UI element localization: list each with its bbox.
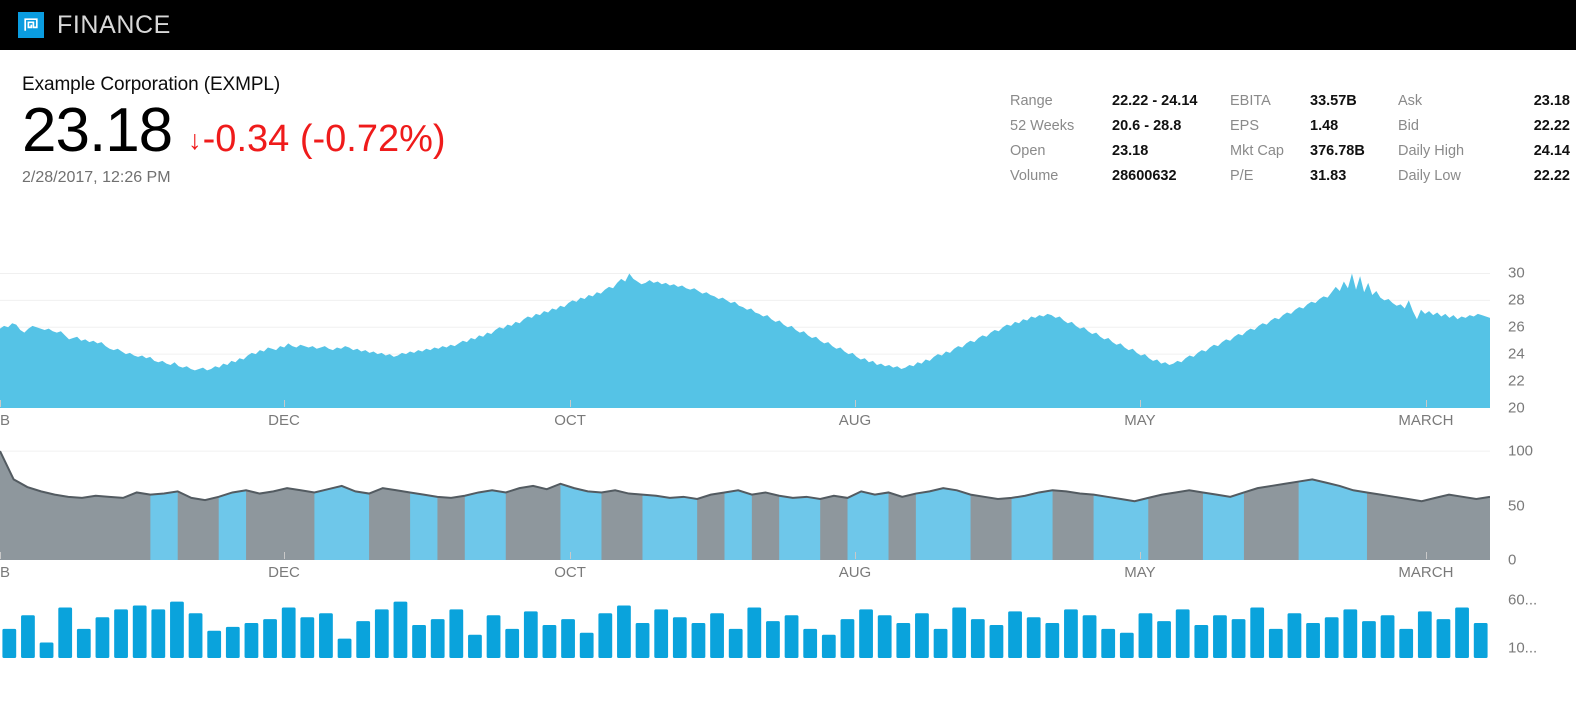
stats-column-1: Range 22.22 - 24.14 52 Weeks 20.6 - 28.8… (1010, 93, 1230, 193)
stat-value: 376.78B (1310, 143, 1365, 159)
stat-label: Daily Low (1398, 168, 1461, 184)
price-change-value: -0.34 (-0.72%) (202, 118, 446, 160)
stat-value: 23.18 (1533, 93, 1570, 109)
stat-label: EPS (1230, 118, 1260, 134)
stat-row: P/E 31.83 (1230, 168, 1398, 193)
stat-label: Bid (1398, 118, 1419, 134)
price-change: ↓ -0.34 (-0.72%) (188, 118, 445, 161)
stat-label: Daily High (1398, 143, 1465, 159)
volume-chart-x-axis: EB DEC OCT AUG MAY MARCH (0, 552, 1490, 590)
stat-label: Mkt Cap (1230, 143, 1284, 159)
stat-row: Ask 23.18 (1398, 93, 1570, 118)
volume-area-plot[interactable] (0, 438, 1490, 560)
x-axis-tick-mark (0, 400, 1, 407)
x-axis-tick-mark (0, 552, 1, 559)
stat-label: Ask (1398, 93, 1423, 109)
stat-row: Volume 28600632 (1010, 168, 1230, 193)
stat-value: 33.57B (1310, 93, 1357, 109)
finance-logo-icon (18, 12, 44, 38)
stat-row: EBITA 33.57B (1230, 93, 1398, 118)
stat-row: Open 23.18 (1010, 143, 1230, 168)
stats-column-3: Ask 23.18 Bid 22.22 Daily High 24.14 Dai… (1398, 93, 1570, 193)
trade-bar-series (2, 601, 1488, 658)
y-axis-tick-label: 50 (1508, 497, 1525, 515)
stat-row: EPS 1.48 (1230, 118, 1398, 143)
trade-bar-plot[interactable] (0, 590, 1490, 686)
y-axis-tick-label: 24 (1508, 345, 1525, 363)
stat-value: 1.48 (1310, 118, 1339, 134)
stat-label: Range (1010, 93, 1053, 109)
y-axis-tick-label: 28 (1508, 291, 1525, 309)
x-axis-tick-mark (283, 552, 285, 559)
x-axis-tick-label: DEC (268, 564, 300, 581)
y-axis-tick-label: 10... (1508, 639, 1538, 657)
stat-row: Range 22.22 - 24.14 (1010, 93, 1230, 118)
y-axis-tick-label: 60... (1508, 591, 1538, 609)
stat-label: Volume (1010, 168, 1059, 184)
stats-column-2: EBITA 33.57B EPS 1.48 Mkt Cap 376.78B P/… (1230, 93, 1398, 193)
x-axis-tick-mark (283, 400, 285, 407)
stat-row: 52 Weeks 20.6 - 28.8 (1010, 118, 1230, 143)
x-axis-tick-mark (1139, 400, 1141, 407)
x-axis-tick-mark (854, 552, 856, 559)
stat-label: 52 Weeks (1010, 118, 1075, 134)
y-axis-tick-label: 26 (1508, 318, 1525, 336)
stat-value: 28600632 (1112, 168, 1177, 184)
x-axis-tick-label: MARCH (1398, 412, 1454, 429)
x-axis-tick-label: MAY (1124, 412, 1156, 429)
stat-row: Daily Low 22.22 (1398, 168, 1570, 193)
x-axis-tick-mark (570, 400, 572, 407)
app-title: FINANCE (57, 10, 171, 39)
stats-grid: Range 22.22 - 24.14 52 Weeks 20.6 - 28.8… (1010, 93, 1570, 193)
stat-value: 24.14 (1533, 143, 1570, 159)
app-header-bar: FINANCE (0, 0, 1576, 50)
stat-value: 22.22 (1533, 168, 1570, 184)
charts-region: 202224262830 EBDECOCTAUGMAYMARCH 050100 … (0, 260, 1576, 686)
stat-value: 20.6 - 28.8 (1112, 118, 1182, 134)
price-area-chart[interactable]: 20 22 24 26 28 30 (0, 260, 1576, 417)
price-chart-x-axis: EB DEC OCT AUG MAY MARCH (0, 400, 1490, 438)
stat-value: 23.18 (1112, 143, 1149, 159)
x-axis-tick-label: EB (0, 412, 11, 429)
y-axis-tick-label: 30 (1508, 264, 1525, 282)
current-price: 23.18 (22, 96, 173, 165)
y-axis-tick-label: 22 (1508, 372, 1525, 390)
x-axis-tick-mark (570, 552, 572, 559)
stat-value: 22.22 (1533, 118, 1570, 134)
x-axis-tick-label: AUG (838, 564, 872, 581)
stat-label: EBITA (1230, 93, 1271, 109)
stat-row: Bid 22.22 (1398, 118, 1570, 143)
x-axis-tick-mark (1139, 552, 1141, 559)
stat-value: 22.22 - 24.14 (1112, 93, 1198, 109)
y-axis-tick-label: 0 (1508, 551, 1517, 569)
stat-label: Open (1010, 143, 1046, 159)
stat-label: P/E (1230, 168, 1254, 184)
x-axis-tick-mark (1425, 400, 1427, 407)
price-area-plot[interactable] (0, 260, 1490, 408)
y-axis-tick-label: 100 (1508, 442, 1534, 460)
stat-row: Daily High 24.14 (1398, 143, 1570, 168)
x-axis-tick-label: MAY (1124, 564, 1156, 581)
x-axis-tick-label: OCT (554, 564, 586, 581)
x-axis-tick-label: MARCH (1398, 564, 1454, 581)
x-axis-tick-label: EB (0, 564, 11, 581)
quote-panel: Example Corporation (EXMPL) 23.18 ↓ -0.3… (0, 50, 1576, 260)
stat-row: Mkt Cap 376.78B (1230, 143, 1398, 168)
trade-bar-chart[interactable]: 10... 60... (0, 590, 1576, 686)
x-axis-tick-label: OCT (554, 412, 586, 429)
x-axis-tick-mark (854, 400, 856, 407)
x-axis-tick-mark (1425, 552, 1427, 559)
arrow-down-icon: ↓ (188, 125, 202, 155)
price-area-series (0, 273, 1490, 408)
x-axis-tick-label: DEC (268, 412, 300, 429)
stat-value: 31.83 (1310, 168, 1347, 184)
y-axis-tick-label: 20 (1508, 399, 1525, 417)
volume-area-chart[interactable]: 0 50 100 (0, 438, 1576, 569)
x-axis-tick-label: AUG (838, 412, 872, 429)
